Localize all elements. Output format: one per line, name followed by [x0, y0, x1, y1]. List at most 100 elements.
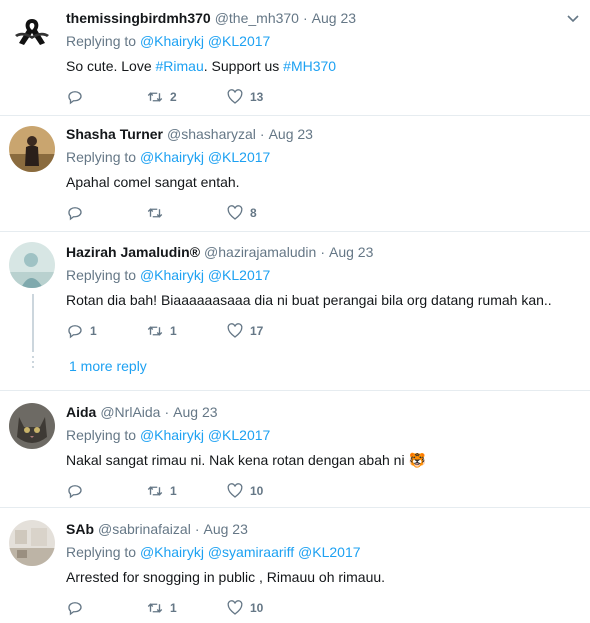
ribbon-avatar-image [9, 9, 55, 55]
mention-link[interactable]: @KL2017 [208, 427, 270, 443]
replying-prefix: Replying to [66, 267, 137, 283]
user-handle[interactable]: @sabrinafaizal [98, 521, 191, 537]
replying-to: Replying to @Khairykj @KL2017 [66, 426, 578, 444]
mention-link[interactable]: @Khairykj [140, 427, 204, 443]
display-name[interactable]: Hazirah Jamaludin® [66, 244, 200, 260]
display-name[interactable]: themissingbirdmh370 [66, 10, 211, 26]
mention-link[interactable]: @KL2017 [208, 33, 270, 49]
hashtag-link[interactable]: #Rimau [156, 58, 204, 74]
mention-link[interactable]: @Khairykj [140, 33, 204, 49]
like-button[interactable]: 10 [226, 599, 306, 617]
reply-button[interactable]: 1 [66, 322, 146, 340]
replying-to: Replying to @Khairykj @KL2017 [66, 148, 578, 166]
text-part: So cute. Love [66, 58, 156, 74]
like-icon [227, 483, 243, 498]
thread-line [32, 294, 34, 352]
display-name[interactable]: Shasha Turner [66, 126, 163, 142]
tweet[interactable]: SAb @sabrinafaizal · Aug 23 Replying to … [0, 508, 590, 623]
avatar[interactable] [9, 520, 55, 566]
text-body: Nakal sangat rimau ni. Nak kena rotan de… [66, 452, 405, 468]
reply-icon [68, 91, 82, 105]
tweet[interactable]: Hazirah Jamaludin® @hazirajamaludin · Au… [0, 232, 590, 391]
retweet-count: 1 [170, 324, 177, 338]
avatar[interactable] [9, 403, 55, 449]
avatar[interactable] [9, 242, 55, 288]
retweet-button[interactable] [146, 204, 226, 222]
separator-dot: · [194, 521, 200, 537]
mention-link[interactable]: @Khairykj [140, 149, 204, 165]
reply-button[interactable] [66, 482, 146, 500]
replying-to: Replying to @Khairykj @KL2017 [66, 266, 578, 284]
avatar[interactable] [9, 9, 55, 55]
text-part: . Support us [203, 58, 284, 74]
display-name[interactable]: Aida [66, 404, 96, 420]
user-handle[interactable]: @NrlAida [100, 404, 160, 420]
reply-icon [68, 207, 82, 221]
like-button[interactable]: 17 [226, 322, 306, 340]
tweet-date[interactable]: Aug 23 [203, 521, 247, 537]
separator-dot: · [302, 10, 308, 26]
retweet-icon [147, 486, 163, 496]
replying-to: Replying to @Khairykj @syamiraariff @KL2… [66, 543, 578, 561]
like-button[interactable]: 8 [226, 204, 306, 222]
reply-button[interactable] [66, 599, 146, 617]
display-name[interactable]: SAb [66, 521, 94, 537]
mention-link[interactable]: @KL2017 [208, 267, 270, 283]
reply-icon [68, 325, 82, 339]
tweet-date[interactable]: Aug 23 [269, 126, 313, 142]
user-handle[interactable]: @shasharyzal [167, 126, 256, 142]
person-avatar-image [9, 126, 55, 172]
avatar[interactable] [9, 126, 55, 172]
tiger-emoji-icon: 🐯 [408, 452, 426, 468]
retweet-button[interactable]: 1 [146, 482, 226, 500]
tweet-text: Nakal sangat rimau ni. Nak kena rotan de… [66, 450, 578, 470]
room-avatar-image [9, 520, 55, 566]
thread-dots [32, 356, 34, 371]
retweet-button[interactable]: 2 [146, 88, 226, 106]
tweet[interactable]: themissingbirdmh370 @the_mh370 · Aug 23 … [0, 0, 590, 116]
mention-link[interactable]: @KL2017 [298, 544, 360, 560]
like-count: 10 [250, 601, 264, 615]
tweet-date[interactable]: Aug 23 [312, 10, 356, 26]
like-count: 17 [250, 324, 264, 338]
like-icon [227, 89, 243, 104]
like-icon [227, 600, 243, 615]
like-button[interactable]: 13 [226, 88, 306, 106]
user-handle[interactable]: @the_mh370 [215, 10, 299, 26]
mention-link[interactable]: @KL2017 [208, 149, 270, 165]
like-button[interactable]: 10 [226, 482, 306, 500]
reply-icon [68, 485, 82, 499]
retweet-count: 1 [170, 484, 177, 498]
mention-link[interactable]: @Khairykj [140, 544, 204, 560]
user-handle[interactable]: @hazirajamaludin [204, 244, 316, 260]
reply-icon [68, 602, 82, 616]
like-count: 13 [250, 90, 264, 104]
cat-avatar-image [9, 403, 55, 449]
reply-feed: themissingbirdmh370 @the_mh370 · Aug 23 … [0, 0, 590, 623]
replying-prefix: Replying to [66, 149, 137, 165]
tweet-text: So cute. Love #Rimau. Support us #MH370 [66, 56, 578, 76]
retweet-icon [147, 92, 163, 102]
tweet[interactable]: Aida @NrlAida · Aug 23 Replying to @Khai… [0, 391, 590, 508]
retweet-button[interactable]: 1 [146, 322, 226, 340]
replying-prefix: Replying to [66, 544, 137, 560]
tweet-date[interactable]: Aug 23 [173, 404, 217, 420]
retweet-icon [147, 208, 163, 218]
chevron-down-icon[interactable] [566, 12, 580, 26]
retweet-button[interactable]: 1 [146, 599, 226, 617]
tweet[interactable]: Shasha Turner @shasharyzal · Aug 23 Repl… [0, 116, 590, 232]
more-replies-link[interactable]: 1 more reply [69, 358, 147, 374]
mention-link[interactable]: @syamiraariff [208, 544, 294, 560]
hashtag-link[interactable]: #MH370 [283, 58, 336, 74]
reply-button[interactable] [66, 204, 146, 222]
like-count: 8 [250, 206, 257, 220]
mention-link[interactable]: @Khairykj [140, 267, 204, 283]
tweet-text: Arrested for snogging in public , Rimauu… [66, 569, 386, 585]
reply-button[interactable] [66, 88, 146, 106]
replying-prefix: Replying to [66, 427, 137, 443]
separator-dot: · [164, 404, 170, 420]
tweet-text: Rotan dia bah! Biaaaaaasaaa dia ni buat … [66, 292, 552, 308]
retweet-icon [147, 603, 163, 613]
retweet-icon [147, 326, 163, 336]
tweet-date[interactable]: Aug 23 [329, 244, 373, 260]
